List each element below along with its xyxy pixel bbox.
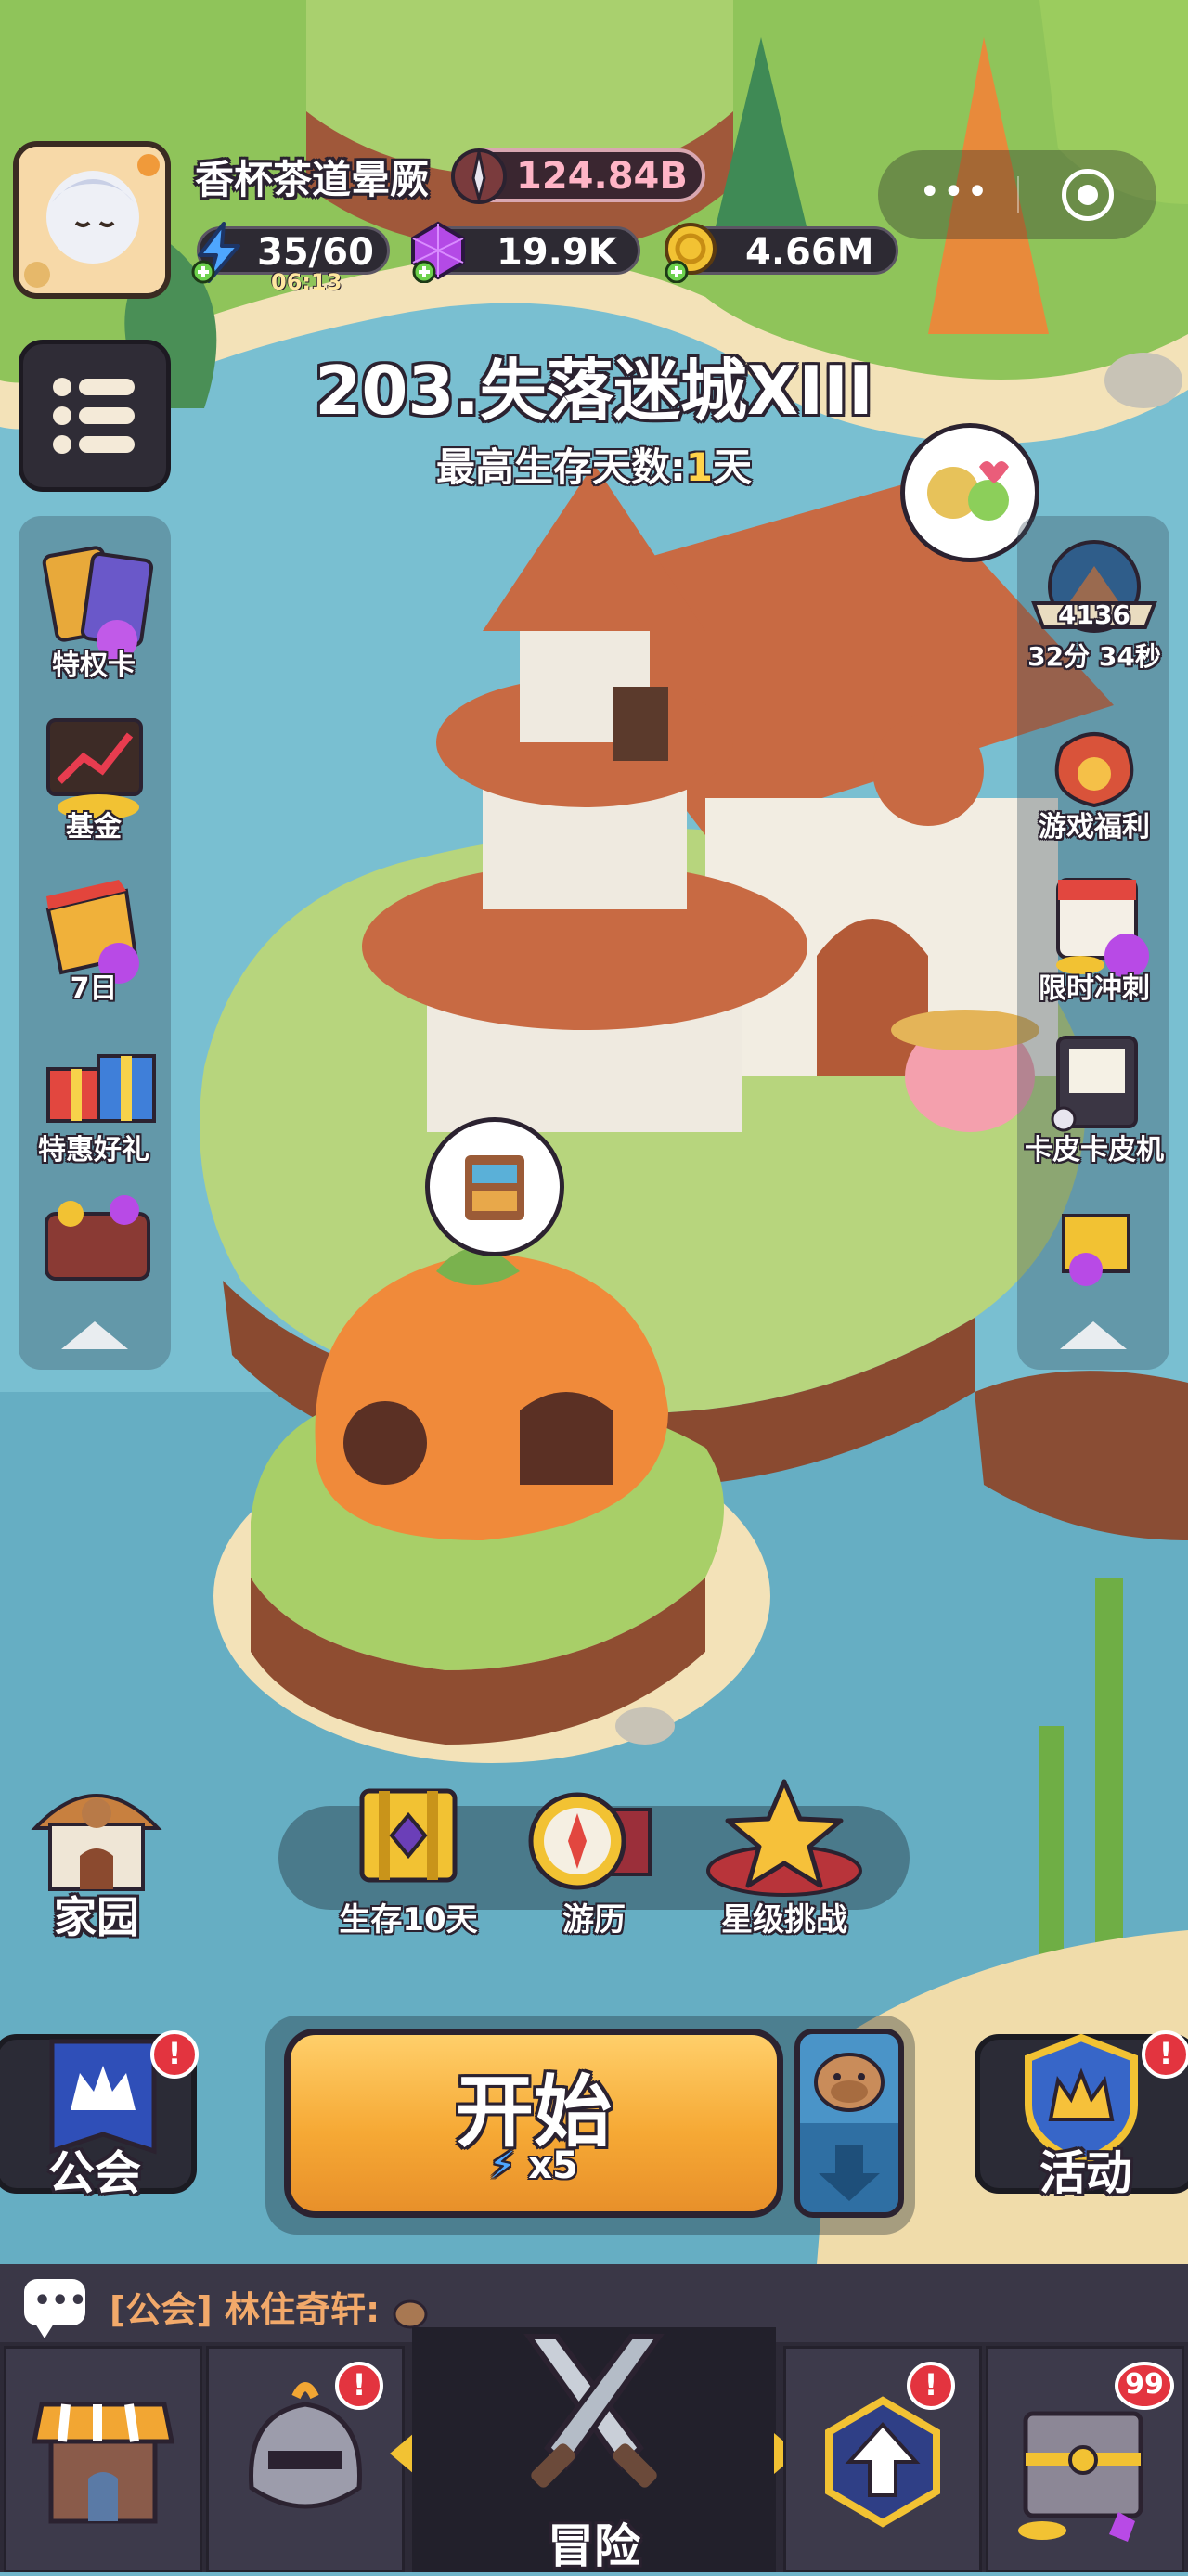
dropdown-arrow-icon — [819, 2145, 880, 2201]
energy-refill-timer: 06:13 — [271, 269, 342, 295]
equipment-alert-badge: ! — [335, 2362, 383, 2410]
bookshelf-bubble[interactable] — [425, 1117, 564, 1256]
stage-title: 203.失落迷城XIII — [315, 352, 873, 430]
game-welfare-label: 游戏福利 — [1039, 811, 1150, 844]
star-challenge-label: 星级挑战 — [721, 1901, 847, 1938]
combat-power-pill: 124.84B — [451, 148, 705, 204]
gem-value: 19.9K — [497, 231, 617, 274]
privilege-card-label: 特权卡 — [52, 650, 136, 682]
special-gift-label: 特惠好礼 — [38, 1134, 149, 1166]
upgrade-alert-badge: ! — [907, 2362, 955, 2410]
special-gift-entry[interactable]: 特惠好礼 — [15, 1015, 173, 1173]
event-count: 4136 — [1058, 599, 1130, 630]
event-timer: 32分 34秒 — [1027, 641, 1161, 672]
privilege-card-entry[interactable]: 特权卡 — [15, 531, 173, 689]
treasure-entry[interactable] — [15, 1177, 173, 1288]
limited-sprint-label: 限时冲刺 — [1039, 972, 1150, 1005]
right-panel-collapse-arrow[interactable] — [1060, 1321, 1127, 1349]
gold-coin-icon — [665, 223, 717, 283]
gift-pile-icon — [1062, 1214, 1130, 1286]
chat-channel: [公会] — [110, 2289, 213, 2330]
travel-button[interactable]: 游历 — [501, 1772, 687, 1939]
avatar-portrait-icon — [19, 147, 165, 293]
nav-tab-chest[interactable]: 99 — [986, 2346, 1184, 2572]
sword-shield-icon — [451, 148, 507, 204]
guild-label: 公会 — [48, 2146, 141, 2200]
guild-button[interactable]: ! 公会 — [0, 2030, 199, 2200]
limited-sprint-entry[interactable]: 限时冲刺 — [1015, 854, 1173, 1011]
survival-reward-button[interactable]: 生存10天 — [316, 1772, 501, 1939]
shop-stall-icon — [31, 2402, 175, 2524]
miniprogram-capsule: ••• — [878, 150, 1156, 239]
nav-tab-upgrade[interactable]: ! — [783, 2346, 982, 2572]
survival-chest-icon — [359, 1788, 458, 1883]
chat-icon[interactable]: ••• — [24, 2279, 87, 2338]
best-survival-record: 最高生存天数:1天 — [0, 436, 1188, 493]
combat-power-value: 124.84B — [516, 155, 688, 198]
pet-slot — [800, 2034, 898, 2123]
star-challenge-icon — [706, 1779, 862, 1897]
nav-tab-equipment[interactable]: ! — [206, 2346, 405, 2572]
chest-count-badge: 99 — [1115, 2362, 1174, 2410]
survival-reward-label: 生存10天 — [339, 1901, 478, 1938]
chat-message[interactable]: [公会] 林住奇轩: — [110, 2281, 429, 2332]
survival-prefix: 最高生存天数: — [435, 444, 686, 490]
home-button[interactable]: 家园 — [13, 1763, 180, 1942]
seven-day-label: 7日 — [70, 972, 118, 1005]
energy-bolt-icon — [191, 222, 240, 284]
player-name: 香杯茶道晕厥 — [195, 157, 430, 202]
nav-left-chevron-icon — [390, 2433, 414, 2474]
capybara-machine-label: 卡皮卡皮机 — [1025, 1134, 1164, 1166]
left-panel-collapse-arrow[interactable] — [61, 1321, 128, 1349]
survival-suffix: 天 — [713, 444, 753, 490]
seven-day-entry[interactable]: 7日 — [15, 854, 173, 1011]
travel-label: 游历 — [562, 1901, 626, 1938]
event-label: 活动 — [1040, 2146, 1132, 2200]
capybara-machine-entry[interactable]: 卡皮卡皮机 — [1015, 1015, 1173, 1173]
start-cost: ⚡ x5 — [291, 2145, 777, 2187]
pet-select-button[interactable] — [794, 2029, 904, 2218]
fund-label: 基金 — [66, 811, 122, 844]
close-miniprogram-icon[interactable] — [1062, 169, 1114, 221]
adventure-label: 冒险 — [548, 2519, 640, 2573]
coin-pill[interactable]: 4.66M — [665, 223, 898, 283]
game-welfare-entry[interactable]: 游戏福利 — [1015, 692, 1173, 850]
fund-entry[interactable]: 基金 — [15, 692, 173, 850]
compass-map-icon — [528, 1792, 652, 1890]
start-cost-value: x5 — [528, 2145, 578, 2187]
coin-value: 4.66M — [745, 231, 874, 274]
energy-bolt-small-icon: ⚡ — [489, 2145, 516, 2187]
player-avatar[interactable] — [13, 141, 171, 299]
gift-pile-entry[interactable] — [1015, 1188, 1173, 1299]
bookshelf-icon — [465, 1155, 524, 1220]
guild-alert-badge: ! — [150, 2030, 199, 2079]
energy-value: 35/60 — [257, 231, 374, 274]
survival-days: 1 — [685, 444, 713, 490]
more-options-icon[interactable]: ••• — [919, 171, 990, 213]
capsule-divider — [1017, 176, 1019, 213]
chat-sender: 林住奇轩: — [224, 2289, 381, 2330]
event-alert-badge: ! — [1142, 2030, 1188, 2079]
home-label: 家园 — [54, 1892, 139, 1942]
event-button[interactable]: ! 活动 — [975, 2030, 1188, 2200]
home-house-icon — [31, 1794, 162, 1891]
capybara-emoji-icon — [392, 2297, 429, 2328]
start-button[interactable]: 开始 ⚡ x5 — [284, 2029, 783, 2218]
capybara-face-icon — [814, 2053, 885, 2112]
limited-event-entry[interactable]: 4136 32分 34秒 — [1015, 538, 1173, 677]
nav-tab-shop[interactable] — [4, 2346, 202, 2572]
treasure-chest-icon — [45, 1195, 150, 1281]
star-challenge-button[interactable]: 星级挑战 — [687, 1772, 882, 1939]
gem-pill[interactable]: 19.9K — [411, 221, 640, 283]
crossed-swords-icon — [523, 2334, 665, 2488]
purple-gem-icon — [411, 221, 465, 283]
energy-pill[interactable]: 35/60 — [191, 222, 390, 284]
nav-tab-adventure[interactable]: 冒险 — [412, 2327, 776, 2573]
